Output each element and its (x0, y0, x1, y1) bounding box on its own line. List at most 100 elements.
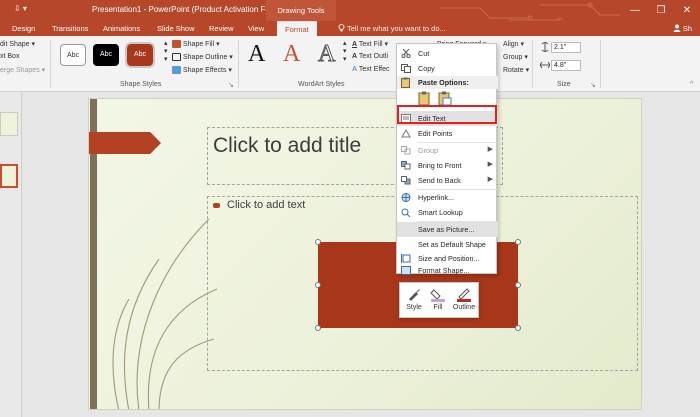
wordart-scroll-arrows[interactable]: ▴ ▾ ▾ (343, 39, 347, 63)
shape-effects-label: Shape Effects ▾ (183, 67, 232, 74)
menu-item-label: Save as Picture... (418, 225, 475, 234)
size-group-label: Size (557, 81, 571, 88)
resize-handle-left[interactable] (315, 282, 321, 288)
shape-style-swatch-red[interactable]: Abc (125, 42, 155, 68)
menu-item-smart-lookup[interactable]: Smart Lookup (397, 205, 498, 220)
tab-view[interactable]: View (248, 21, 264, 36)
wordart-group-label: WordArt Styles (298, 81, 345, 88)
paint-bucket-icon (172, 40, 181, 49)
close-button[interactable]: ✕ (674, 0, 700, 21)
style-button[interactable]: Style (402, 286, 426, 311)
bullet-icon (213, 203, 220, 208)
resize-handle-bottom-left[interactable] (315, 325, 321, 331)
text-box-button[interactable]: xt Box (0, 53, 19, 60)
rotate-button[interactable]: Rotate ▾ (503, 66, 529, 74)
wordart-style-orange[interactable]: A (283, 42, 300, 66)
tab-review[interactable]: Review (209, 21, 234, 36)
wordart-style-outline[interactable]: A (317, 42, 335, 67)
fill-button[interactable]: Fill (426, 286, 450, 311)
outline-pen-icon (457, 288, 471, 302)
height-icon (541, 42, 549, 52)
merge-shapes-button[interactable]: erge Shapes ▾ (0, 66, 45, 74)
tell-me-search[interactable]: Tell me what you want to do... (338, 21, 446, 36)
shape-width-input[interactable]: 4.8" (551, 60, 581, 71)
resize-handle-top-left[interactable] (315, 239, 321, 245)
paste-keep-formatting-icon[interactable] (418, 91, 432, 106)
group-separator (50, 40, 51, 88)
shape-fill-label: Shape Fill ▾ (183, 41, 220, 48)
menu-item-label: Set as Default Shape (418, 240, 486, 249)
menu-item-bring-to-front[interactable]: Bring to Front ▶ (397, 158, 498, 173)
tab-design[interactable]: Design (12, 21, 35, 36)
align-button[interactable]: Align ▾ (503, 40, 524, 48)
ribbon: dit Shape ▾ xt Box erge Shapes ▾ Abc Abc… (0, 36, 700, 92)
group-separator (600, 40, 601, 88)
menu-item-set-default-shape[interactable]: Set as Default Shape (397, 237, 498, 252)
tab-animations[interactable]: Animations (103, 21, 140, 36)
style-label: Style (406, 304, 422, 311)
dialog-launcher-icon[interactable]: ↘ (228, 81, 234, 89)
resize-handle-bottom-right[interactable] (515, 325, 521, 331)
tab-slide-show[interactable]: Slide Show (157, 21, 195, 36)
paste-as-picture-icon[interactable] (438, 91, 452, 106)
menu-item-edit-points[interactable]: Edit Points (397, 126, 498, 141)
menu-item-label: Group (418, 146, 438, 155)
menu-item-cut[interactable]: Cut (397, 46, 498, 61)
shape-fill-button[interactable]: Shape Fill ▾ (172, 40, 220, 49)
format-shape-icon (401, 266, 411, 275)
resize-handle-right[interactable] (515, 282, 521, 288)
collapse-ribbon-icon[interactable]: ^ (690, 81, 693, 88)
person-icon (673, 24, 681, 32)
resize-handle-top-right[interactable] (515, 239, 521, 245)
group-separator (532, 40, 533, 88)
text-effects-button[interactable]: A Text Effec (352, 66, 390, 73)
outline-button[interactable]: Outline (450, 286, 478, 311)
slide-thumbnail-selected[interactable] (0, 164, 18, 188)
shape-styles-scroll-arrows[interactable]: ▴ ▾ ▾ (164, 39, 168, 63)
text-outline-button[interactable]: A Text Outli (352, 53, 388, 60)
text-fill-button[interactable]: A Text Fill ▾ (352, 40, 388, 48)
mini-toolbar: Style Fill Outline (399, 282, 479, 318)
group-button[interactable]: Group ▾ (503, 53, 528, 61)
menu-item-save-as-picture[interactable]: Save as Picture... (397, 222, 498, 237)
minimize-button[interactable]: — (622, 0, 648, 21)
menu-item-format-shape[interactable]: Format Shape... (397, 265, 498, 275)
size-dialog-launcher-icon[interactable]: ↘ (590, 81, 596, 89)
share-label: Sh (682, 24, 692, 33)
grass-decoration-icon (112, 218, 218, 409)
scissors-icon (401, 49, 411, 58)
window-title: Presentation1 - PowerPoint (Product Acti… (92, 5, 285, 14)
menu-item-hyperlink[interactable]: Hyperlink... (397, 190, 498, 205)
slide-thumbnail[interactable] (0, 112, 18, 136)
context-menu: Cut Copy Paste Options: Edit Text Edit P… (396, 43, 498, 275)
text-fill-label: Text Fill ▾ (358, 41, 389, 48)
edit-shape-button[interactable]: dit Shape ▾ (0, 40, 35, 48)
shape-effects-button[interactable]: Shape Effects ▾ (172, 66, 232, 75)
slide[interactable]: Click to add title Click to add text (88, 98, 642, 410)
shape-outline-button[interactable]: Shape Outline ▾ (172, 53, 233, 62)
paste-options-header: Paste Options: (397, 76, 498, 89)
slide-banner-arrow (89, 132, 161, 154)
share-button[interactable]: Sh (673, 21, 692, 36)
lightbulb-icon (338, 24, 345, 32)
shape-style-swatch-black[interactable]: Abc (93, 44, 119, 66)
menu-item-send-to-back[interactable]: Send to Back ▶ (397, 173, 498, 188)
size-position-icon (401, 254, 411, 263)
wordart-style-black[interactable]: A (248, 42, 265, 66)
quick-access-toolbar[interactable]: ⇩ ▾ (14, 4, 27, 13)
width-icon (540, 61, 550, 69)
restore-button[interactable]: ❐ (648, 0, 674, 21)
menu-item-copy[interactable]: Copy (397, 61, 498, 76)
tab-format[interactable]: Format (277, 21, 317, 36)
paste-icon (401, 77, 410, 88)
text-outline-icon: A (352, 53, 358, 60)
menu-item-size-and-position[interactable]: Size and Position... (397, 251, 498, 266)
pencil-outline-icon (172, 53, 181, 62)
shape-style-swatch-white[interactable]: Abc (60, 44, 86, 66)
shape-styles-group-label: Shape Styles (120, 81, 162, 88)
tab-transitions[interactable]: Transitions (52, 21, 88, 36)
submenu-arrow-icon: ▶ (487, 161, 493, 168)
menu-item-group[interactable]: Group ▶ (397, 143, 498, 158)
effects-icon (172, 66, 181, 75)
shape-height-input[interactable]: 2.1" (551, 42, 581, 53)
